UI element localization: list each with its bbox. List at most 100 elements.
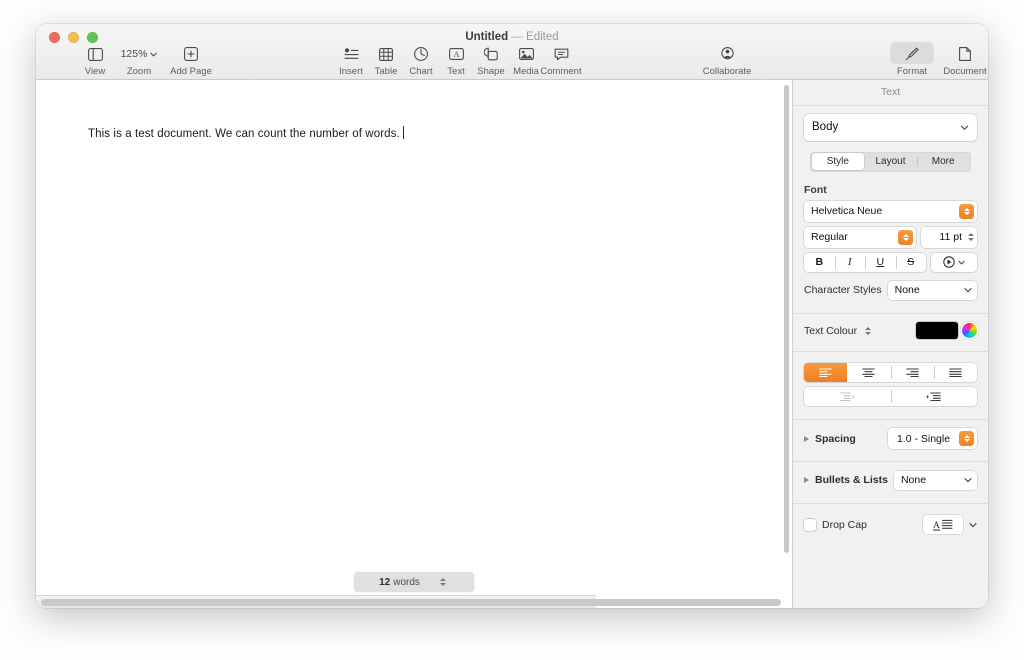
text-caret (403, 126, 404, 139)
tab-style-label: Style (827, 156, 849, 167)
toolbar-button-format[interactable]: Format (885, 45, 939, 77)
tab-more[interactable]: More (917, 153, 970, 170)
format-inspector-panel: Text Body Style Layout More Font Helveti… (792, 80, 988, 608)
font-weight-field[interactable]: Regular (804, 227, 916, 248)
toolbar-label-add-page: Add Page (170, 66, 212, 77)
spacing-label: Spacing (815, 433, 856, 445)
font-style-buttons[interactable]: B I U S (804, 253, 926, 272)
bold-label: B (815, 256, 823, 268)
align-center-button[interactable] (847, 363, 890, 382)
word-count-stepper[interactable] (438, 578, 449, 586)
italic-button[interactable]: I (835, 253, 866, 272)
title-separator: — (511, 31, 523, 43)
traffic-lights (49, 32, 98, 43)
toolbar-label-zoom: Zoom (127, 66, 151, 77)
chevron-down-icon[interactable] (969, 521, 977, 529)
inspector-divider-align (793, 351, 988, 352)
document-text: This is a test document. We can count th… (88, 128, 400, 140)
toolbar-button-collaborate[interactable]: Collaborate (695, 45, 759, 77)
text-colour-stepper[interactable] (863, 327, 872, 335)
font-weight-value: Regular (811, 231, 848, 243)
chevron-down-icon (958, 259, 965, 266)
toolbar-label-format: Format (897, 66, 927, 77)
spacing-value: 1.0 - Single (888, 433, 959, 445)
add-page-icon (184, 45, 198, 63)
format-brush-icon (905, 45, 919, 63)
font-section-label: Font (804, 184, 977, 196)
bullets-dropdown[interactable]: None (894, 471, 977, 490)
maximize-window-button[interactable] (87, 32, 98, 43)
edited-status: Edited (526, 31, 559, 43)
strikethrough-button[interactable]: S (896, 253, 927, 272)
toolbar-button-zoom[interactable]: 125% Zoom (107, 45, 171, 77)
close-window-button[interactable] (49, 32, 60, 43)
indent-buttons[interactable] (804, 387, 977, 406)
align-left-icon (819, 368, 832, 377)
character-styles-dropdown[interactable]: None (888, 281, 977, 300)
font-size-stepper[interactable] (965, 233, 976, 241)
bold-button[interactable]: B (804, 253, 835, 272)
drop-cap-style-button[interactable]: A (923, 515, 963, 534)
media-icon (519, 45, 534, 63)
tab-layout[interactable]: Layout (864, 153, 917, 170)
document-paragraph[interactable]: This is a test document. We can count th… (88, 126, 404, 140)
toolbar-button-comment[interactable]: Comment (534, 45, 588, 77)
font-weight-stepper[interactable] (898, 230, 913, 245)
font-family-value: Helvetica Neue (811, 205, 882, 217)
horizontal-scrollbar-track (36, 595, 596, 608)
word-count-number: 12 (379, 577, 390, 588)
minimize-window-button[interactable] (68, 32, 79, 43)
toolbar-button-document[interactable]: Document (938, 45, 988, 77)
tab-layout-label: Layout (875, 156, 905, 167)
align-center-icon (862, 368, 875, 377)
document-canvas[interactable]: This is a test document. We can count th… (36, 80, 792, 608)
tab-style[interactable]: Style (812, 153, 865, 170)
spacing-value-field[interactable]: 1.0 - Single (888, 428, 977, 449)
document-title: Untitled (465, 31, 508, 43)
text-effects-button[interactable] (931, 253, 977, 272)
character-styles-value: None (895, 284, 920, 296)
toolbar-label-document: Document (943, 66, 986, 77)
decrease-indent-button[interactable] (804, 387, 891, 406)
spacing-stepper[interactable] (959, 431, 974, 446)
paragraph-style-dropdown[interactable]: Body (804, 114, 977, 141)
zoom-control[interactable]: 125% (121, 45, 158, 63)
text-alignment-buttons[interactable] (804, 363, 977, 382)
align-right-button[interactable] (891, 363, 934, 382)
font-size-field[interactable]: 11 pt (921, 227, 977, 248)
chevron-down-icon (964, 286, 972, 294)
drop-cap-label: Drop Cap (822, 519, 867, 531)
bullets-disclosure-icon[interactable] (804, 477, 809, 483)
inspector-title: Text (804, 80, 977, 105)
tab-more-label: More (932, 156, 955, 167)
inspector-divider-top (793, 105, 988, 106)
drop-cap-checkbox[interactable] (804, 519, 816, 531)
toolbar-button-add-page[interactable]: Add Page (164, 45, 218, 77)
svg-text:A: A (453, 50, 459, 59)
font-family-stepper[interactable] (959, 204, 974, 219)
font-style-row: B I U S (804, 253, 977, 272)
spacing-disclosure-icon[interactable] (804, 436, 809, 442)
chevron-down-icon (960, 123, 969, 132)
underline-button[interactable]: U (865, 253, 896, 272)
text-colour-row: Text Colour (804, 322, 977, 339)
increase-indent-button[interactable] (891, 387, 978, 406)
inspector-divider-dropcap (793, 503, 988, 504)
character-styles-row: Character Styles None (804, 281, 977, 300)
font-family-field[interactable]: Helvetica Neue (804, 201, 977, 222)
inspector-divider-spacing (793, 419, 988, 420)
colour-wheel-icon[interactable] (962, 323, 977, 338)
zoom-value: 125% (121, 48, 148, 60)
align-justify-button[interactable] (934, 363, 977, 382)
text-box-icon: A (449, 45, 464, 63)
word-count-widget[interactable]: 12 words (354, 572, 474, 592)
insert-icon (344, 45, 359, 63)
paragraph-style-value: Body (812, 121, 838, 133)
align-left-button[interactable] (804, 363, 847, 382)
horizontal-scrollbar-thumb[interactable] (41, 599, 781, 606)
text-colour-swatch[interactable] (916, 322, 958, 339)
inspector-tabs[interactable]: Style Layout More (810, 152, 971, 172)
window-title: Untitled — Edited (36, 31, 988, 43)
vertical-scrollbar[interactable] (783, 84, 790, 554)
toolbar-label-text: Text (447, 66, 464, 77)
